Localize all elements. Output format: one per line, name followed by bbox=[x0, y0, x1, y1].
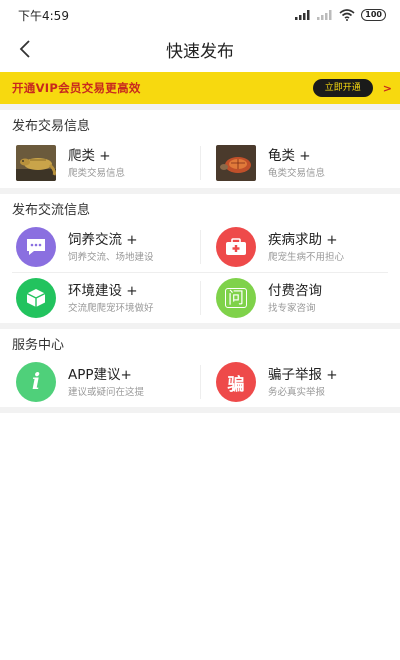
grid-item-subtitle: 爬宠生病不用担心 bbox=[268, 251, 345, 263]
grid-item-paid-consult[interactable]: 问 付费咨询 找专家咨询 bbox=[200, 273, 400, 323]
grid-item-title: 付费咨询 bbox=[268, 282, 322, 299]
grid-item-subtitle: 龟类交易信息 bbox=[268, 167, 326, 179]
page-title: 快速发布 bbox=[166, 41, 234, 62]
grid-row: i APP建议+ 建议或疑问在这提 骗 骗子举报 + 务必真实举报 bbox=[0, 357, 400, 407]
status-time: 下午4:59 bbox=[18, 8, 69, 23]
grid-item-turtle[interactable]: 龟类 + 龟类交易信息 bbox=[200, 138, 400, 188]
section-divider bbox=[0, 407, 400, 413]
vip-banner[interactable]: 开通VIP会员交易更高效 立即开通 > bbox=[0, 72, 400, 104]
grid-item-title: 疾病求助 + bbox=[268, 231, 338, 248]
grid-item-subtitle: 务必真实举报 bbox=[268, 386, 326, 398]
grid-row: 环境建设 + 交流爬爬宠环境做好 问 付费咨询 找专家咨询 bbox=[0, 273, 400, 323]
signal-icon bbox=[295, 10, 310, 20]
grid-item-title: 环境建设 + bbox=[68, 282, 138, 299]
chevron-left-icon bbox=[19, 40, 30, 58]
grid-item-feeding[interactable]: 饲养交流 + 饲养交流、场地建设 bbox=[0, 222, 200, 272]
wifi-icon bbox=[339, 9, 355, 21]
lizard-thumbnail bbox=[16, 145, 56, 181]
fraud-report-icon: 骗 bbox=[216, 362, 256, 402]
grid-row: 饲养交流 + 饲养交流、场地建设 疾病求助 + 爬宠生病不用担心 bbox=[0, 222, 400, 272]
grid-item-title: 骗子举报 + bbox=[268, 366, 338, 383]
vip-open-button[interactable]: 立即开通 bbox=[312, 79, 373, 97]
nav-bar: 快速发布 bbox=[0, 30, 400, 68]
grid-row: 爬类 + 爬类交易信息 龟类 + 龟类交易信息 bbox=[0, 138, 400, 188]
grid-item-fraud-report[interactable]: 骗 骗子举报 + 务必真实举报 bbox=[200, 357, 400, 407]
grid-item-subtitle: 饲养交流、场地建设 bbox=[68, 251, 154, 263]
chevron-right-icon: > bbox=[382, 81, 392, 95]
section-title: 发布交易信息 bbox=[12, 118, 91, 134]
signal-2-icon bbox=[317, 10, 332, 20]
grid-item-disease[interactable]: 疾病求助 + 爬宠生病不用担心 bbox=[200, 222, 400, 272]
grid-item-environment[interactable]: 环境建设 + 交流爬爬宠环境做好 bbox=[0, 273, 200, 323]
turtle-thumbnail bbox=[216, 145, 256, 181]
info-icon: i bbox=[16, 362, 56, 402]
chat-icon bbox=[16, 227, 56, 267]
battery-icon: 100 bbox=[361, 9, 386, 21]
grid-item-title: APP建议+ bbox=[68, 366, 132, 383]
grid-item-subtitle: 爬类交易信息 bbox=[68, 167, 126, 179]
grid-item-title: 饲养交流 + bbox=[68, 231, 138, 248]
medical-kit-icon bbox=[216, 227, 256, 267]
back-button[interactable] bbox=[10, 30, 40, 68]
section-title: 服务中心 bbox=[12, 337, 65, 353]
section-title: 发布交流信息 bbox=[12, 202, 91, 218]
cube-icon bbox=[16, 278, 56, 318]
grid-item-subtitle: 交流爬爬宠环境做好 bbox=[68, 302, 154, 314]
grid-item-subtitle: 找专家咨询 bbox=[268, 302, 316, 314]
section-service: 服务中心 i APP建议+ 建议或疑问在这提 骗 骗子举报 + 务必真实举报 bbox=[0, 329, 400, 407]
grid-item-reptile[interactable]: 爬类 + 爬类交易信息 bbox=[0, 138, 200, 188]
section-communication: 发布交流信息 饲养交流 + 饲养交流、场地建设 疾病求助 + 爬宠生病不用担心 … bbox=[0, 194, 400, 323]
section-trade: 发布交易信息 爬类 + 爬类交易信息 龟类 + 龟类交易信息 bbox=[0, 110, 400, 188]
vip-banner-text: 开通VIP会员交易更高效 bbox=[12, 81, 141, 95]
grid-item-title: 爬类 + bbox=[68, 147, 111, 164]
question-icon: 问 bbox=[216, 278, 256, 318]
grid-item-title: 龟类 + bbox=[268, 147, 311, 164]
status-icons: 100 bbox=[295, 9, 386, 21]
grid-item-app-suggestion[interactable]: i APP建议+ 建议或疑问在这提 bbox=[0, 357, 200, 407]
status-bar: 下午4:59 100 bbox=[0, 0, 400, 30]
grid-item-subtitle: 建议或疑问在这提 bbox=[68, 386, 145, 398]
